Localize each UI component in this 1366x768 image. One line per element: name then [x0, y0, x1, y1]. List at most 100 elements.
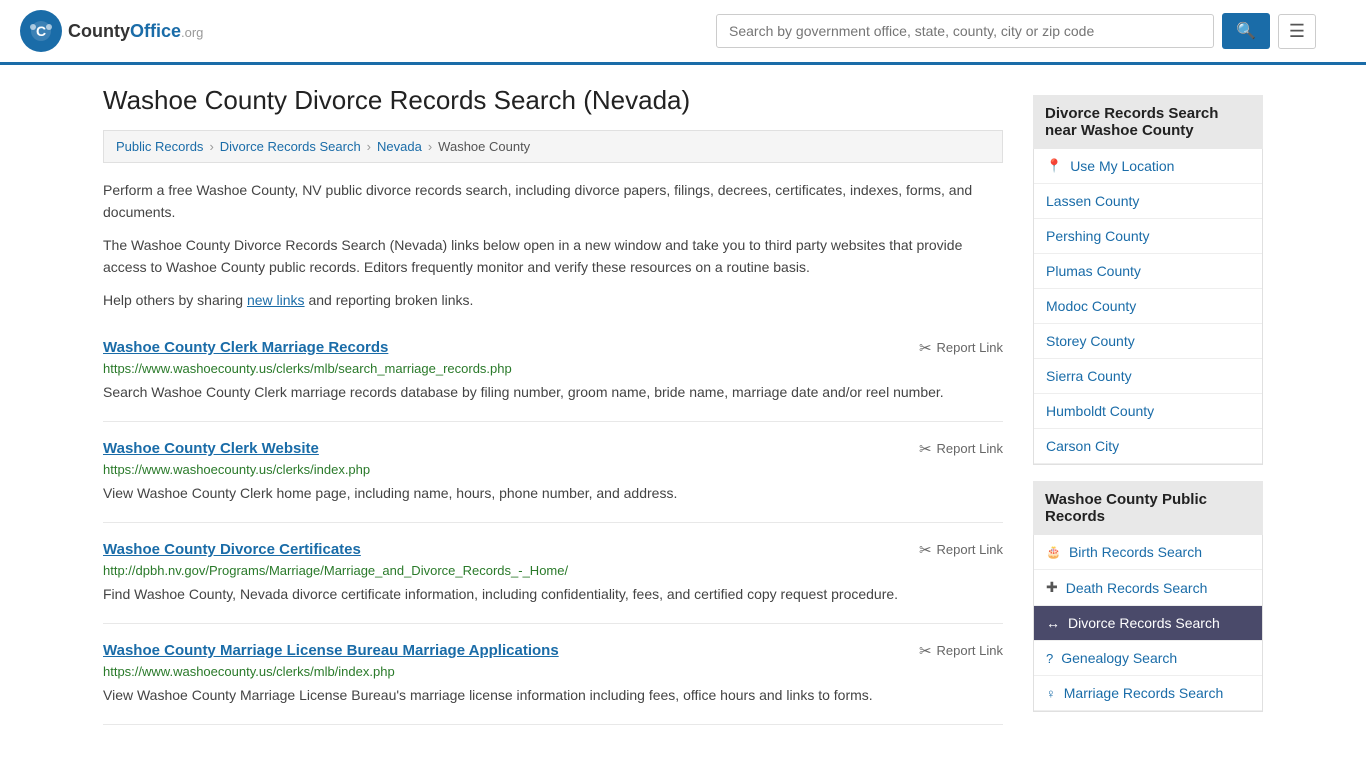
svg-text:C: C: [36, 23, 46, 39]
sidebar-nearby-link[interactable]: Pershing County: [1034, 219, 1262, 253]
breadcrumb-sep3: ›: [428, 139, 432, 154]
header: C CountyOffice.org 🔍 ☰: [0, 0, 1366, 65]
sidebar-public-record-link[interactable]: 🎂Birth Records Search: [1034, 535, 1262, 569]
sidebar-nearby-header: Divorce Records Search near Washoe Count…: [1033, 95, 1263, 149]
search-input[interactable]: [716, 14, 1214, 48]
menu-button[interactable]: ☰: [1278, 14, 1316, 49]
sidebar-public-records-header: Washoe County Public Records: [1033, 481, 1263, 535]
record-url: http://dpbh.nv.gov/Programs/Marriage/Mar…: [103, 563, 1003, 578]
record-desc: View Washoe County Marriage License Bure…: [103, 685, 1003, 706]
sidebar-public-records-list: 🎂Birth Records Search ✚Death Records Sea…: [1033, 535, 1263, 712]
logo-icon: C: [20, 10, 62, 52]
sidebar-public-record-item: ?Genealogy Search: [1034, 641, 1262, 676]
death-icon: ✚: [1046, 579, 1058, 596]
sidebar: Divorce Records Search near Washoe Count…: [1033, 95, 1263, 725]
sidebar-nearby-link[interactable]: Plumas County: [1034, 254, 1262, 288]
new-links-link[interactable]: new links: [247, 292, 305, 308]
breadcrumb: Public Records › Divorce Records Search …: [103, 130, 1003, 163]
sidebar-public-record-item: 🎂Birth Records Search: [1034, 535, 1262, 570]
pin-icon: 📍: [1046, 158, 1062, 174]
breadcrumb-public-records[interactable]: Public Records: [116, 139, 203, 154]
search-button[interactable]: 🔍: [1222, 13, 1270, 49]
sidebar-public-record-link[interactable]: ♀Marriage Records Search: [1034, 676, 1262, 710]
report-icon: ✂: [919, 339, 932, 357]
marriage-icon: ♀: [1046, 686, 1056, 701]
birth-icon: 🎂: [1046, 545, 1061, 559]
sidebar-nearby-link[interactable]: Lassen County: [1034, 184, 1262, 218]
report-link[interactable]: ✂ Report Link: [919, 642, 1003, 660]
breadcrumb-nevada[interactable]: Nevada: [377, 139, 422, 154]
logo-area: C CountyOffice.org: [20, 10, 203, 52]
sidebar-public-record-item: ♀Marriage Records Search: [1034, 676, 1262, 711]
main-content: Washoe County Divorce Records Search (Ne…: [83, 65, 1283, 745]
content-area: Washoe County Divorce Records Search (Ne…: [103, 85, 1003, 725]
breadcrumb-sep1: ›: [209, 139, 213, 154]
genealogy-icon: ?: [1046, 651, 1053, 666]
sidebar-nearby-item: Pershing County: [1034, 219, 1262, 254]
record-header: Washoe County Clerk Marriage Records ✂ R…: [103, 339, 1003, 357]
record-url: https://www.washoecounty.us/clerks/mlb/i…: [103, 664, 1003, 679]
sidebar-nearby-section: Divorce Records Search near Washoe Count…: [1033, 95, 1263, 465]
record-item: Washoe County Clerk Marriage Records ✂ R…: [103, 321, 1003, 422]
sidebar-nearby-item: Plumas County: [1034, 254, 1262, 289]
breadcrumb-sep2: ›: [367, 139, 371, 154]
record-title[interactable]: Washoe County Marriage License Bureau Ma…: [103, 642, 559, 659]
sidebar-public-record-item: ↔Divorce Records Search: [1034, 606, 1262, 641]
divorce-icon: ↔: [1046, 615, 1060, 631]
report-link[interactable]: ✂ Report Link: [919, 541, 1003, 559]
desc-para3-post: and reporting broken links.: [305, 292, 474, 308]
breadcrumb-divorce-records[interactable]: Divorce Records Search: [220, 139, 361, 154]
sidebar-nearby-link[interactable]: Sierra County: [1034, 359, 1262, 393]
record-desc: Search Washoe County Clerk marriage reco…: [103, 382, 1003, 403]
record-header: Washoe County Divorce Certificates ✂ Rep…: [103, 541, 1003, 559]
sidebar-nearby-link[interactable]: Humboldt County: [1034, 394, 1262, 428]
record-desc: View Washoe County Clerk home page, incl…: [103, 483, 1003, 504]
page-title: Washoe County Divorce Records Search (Ne…: [103, 85, 1003, 116]
sidebar-nearby-link[interactable]: Modoc County: [1034, 289, 1262, 323]
report-label: Report Link: [937, 643, 1003, 658]
report-link[interactable]: ✂ Report Link: [919, 339, 1003, 357]
report-label: Report Link: [937, 441, 1003, 456]
report-icon: ✂: [919, 642, 932, 660]
sidebar-nearby-item: Carson City: [1034, 429, 1262, 464]
sidebar-public-records-section: Washoe County Public Records 🎂Birth Reco…: [1033, 481, 1263, 712]
record-title[interactable]: Washoe County Clerk Marriage Records: [103, 339, 388, 356]
record-item: Washoe County Divorce Certificates ✂ Rep…: [103, 523, 1003, 624]
sidebar-public-record-item: ✚Death Records Search: [1034, 570, 1262, 606]
report-label: Report Link: [937, 542, 1003, 557]
report-icon: ✂: [919, 541, 932, 559]
breadcrumb-washoe: Washoe County: [438, 139, 530, 154]
logo-text: CountyOffice.org: [68, 21, 203, 42]
sidebar-nearby-item: Storey County: [1034, 324, 1262, 359]
record-title[interactable]: Washoe County Clerk Website: [103, 440, 319, 457]
sidebar-nearby-item: 📍Use My Location: [1034, 149, 1262, 184]
sidebar-nearby-list: 📍Use My Location Lassen County Pershing …: [1033, 149, 1263, 465]
sidebar-nearby-item: Lassen County: [1034, 184, 1262, 219]
record-url: https://www.washoecounty.us/clerks/mlb/s…: [103, 361, 1003, 376]
record-item: Washoe County Marriage License Bureau Ma…: [103, 624, 1003, 725]
sidebar-nearby-item: Modoc County: [1034, 289, 1262, 324]
description: Perform a free Washoe County, NV public …: [103, 179, 1003, 311]
sidebar-public-record-link[interactable]: ↔Divorce Records Search: [1034, 606, 1262, 640]
record-title[interactable]: Washoe County Divorce Certificates: [103, 541, 361, 558]
sidebar-nearby-link[interactable]: Carson City: [1034, 429, 1262, 463]
records-list: Washoe County Clerk Marriage Records ✂ R…: [103, 321, 1003, 725]
desc-para2: The Washoe County Divorce Records Search…: [103, 234, 1003, 279]
report-label: Report Link: [937, 340, 1003, 355]
sidebar-public-record-link[interactable]: ?Genealogy Search: [1034, 641, 1262, 675]
record-item: Washoe County Clerk Website ✂ Report Lin…: [103, 422, 1003, 523]
record-url: https://www.washoecounty.us/clerks/index…: [103, 462, 1003, 477]
record-header: Washoe County Marriage License Bureau Ma…: [103, 642, 1003, 660]
report-icon: ✂: [919, 440, 932, 458]
desc-para3: Help others by sharing new links and rep…: [103, 289, 1003, 311]
record-header: Washoe County Clerk Website ✂ Report Lin…: [103, 440, 1003, 458]
report-link[interactable]: ✂ Report Link: [919, 440, 1003, 458]
desc-para3-pre: Help others by sharing: [103, 292, 247, 308]
sidebar-public-record-link[interactable]: ✚Death Records Search: [1034, 570, 1262, 605]
sidebar-nearby-item: Humboldt County: [1034, 394, 1262, 429]
search-area: 🔍 ☰: [716, 13, 1316, 49]
sidebar-nearby-link[interactable]: 📍Use My Location: [1034, 149, 1262, 183]
sidebar-nearby-item: Sierra County: [1034, 359, 1262, 394]
sidebar-nearby-link[interactable]: Storey County: [1034, 324, 1262, 358]
record-desc: Find Washoe County, Nevada divorce certi…: [103, 584, 1003, 605]
